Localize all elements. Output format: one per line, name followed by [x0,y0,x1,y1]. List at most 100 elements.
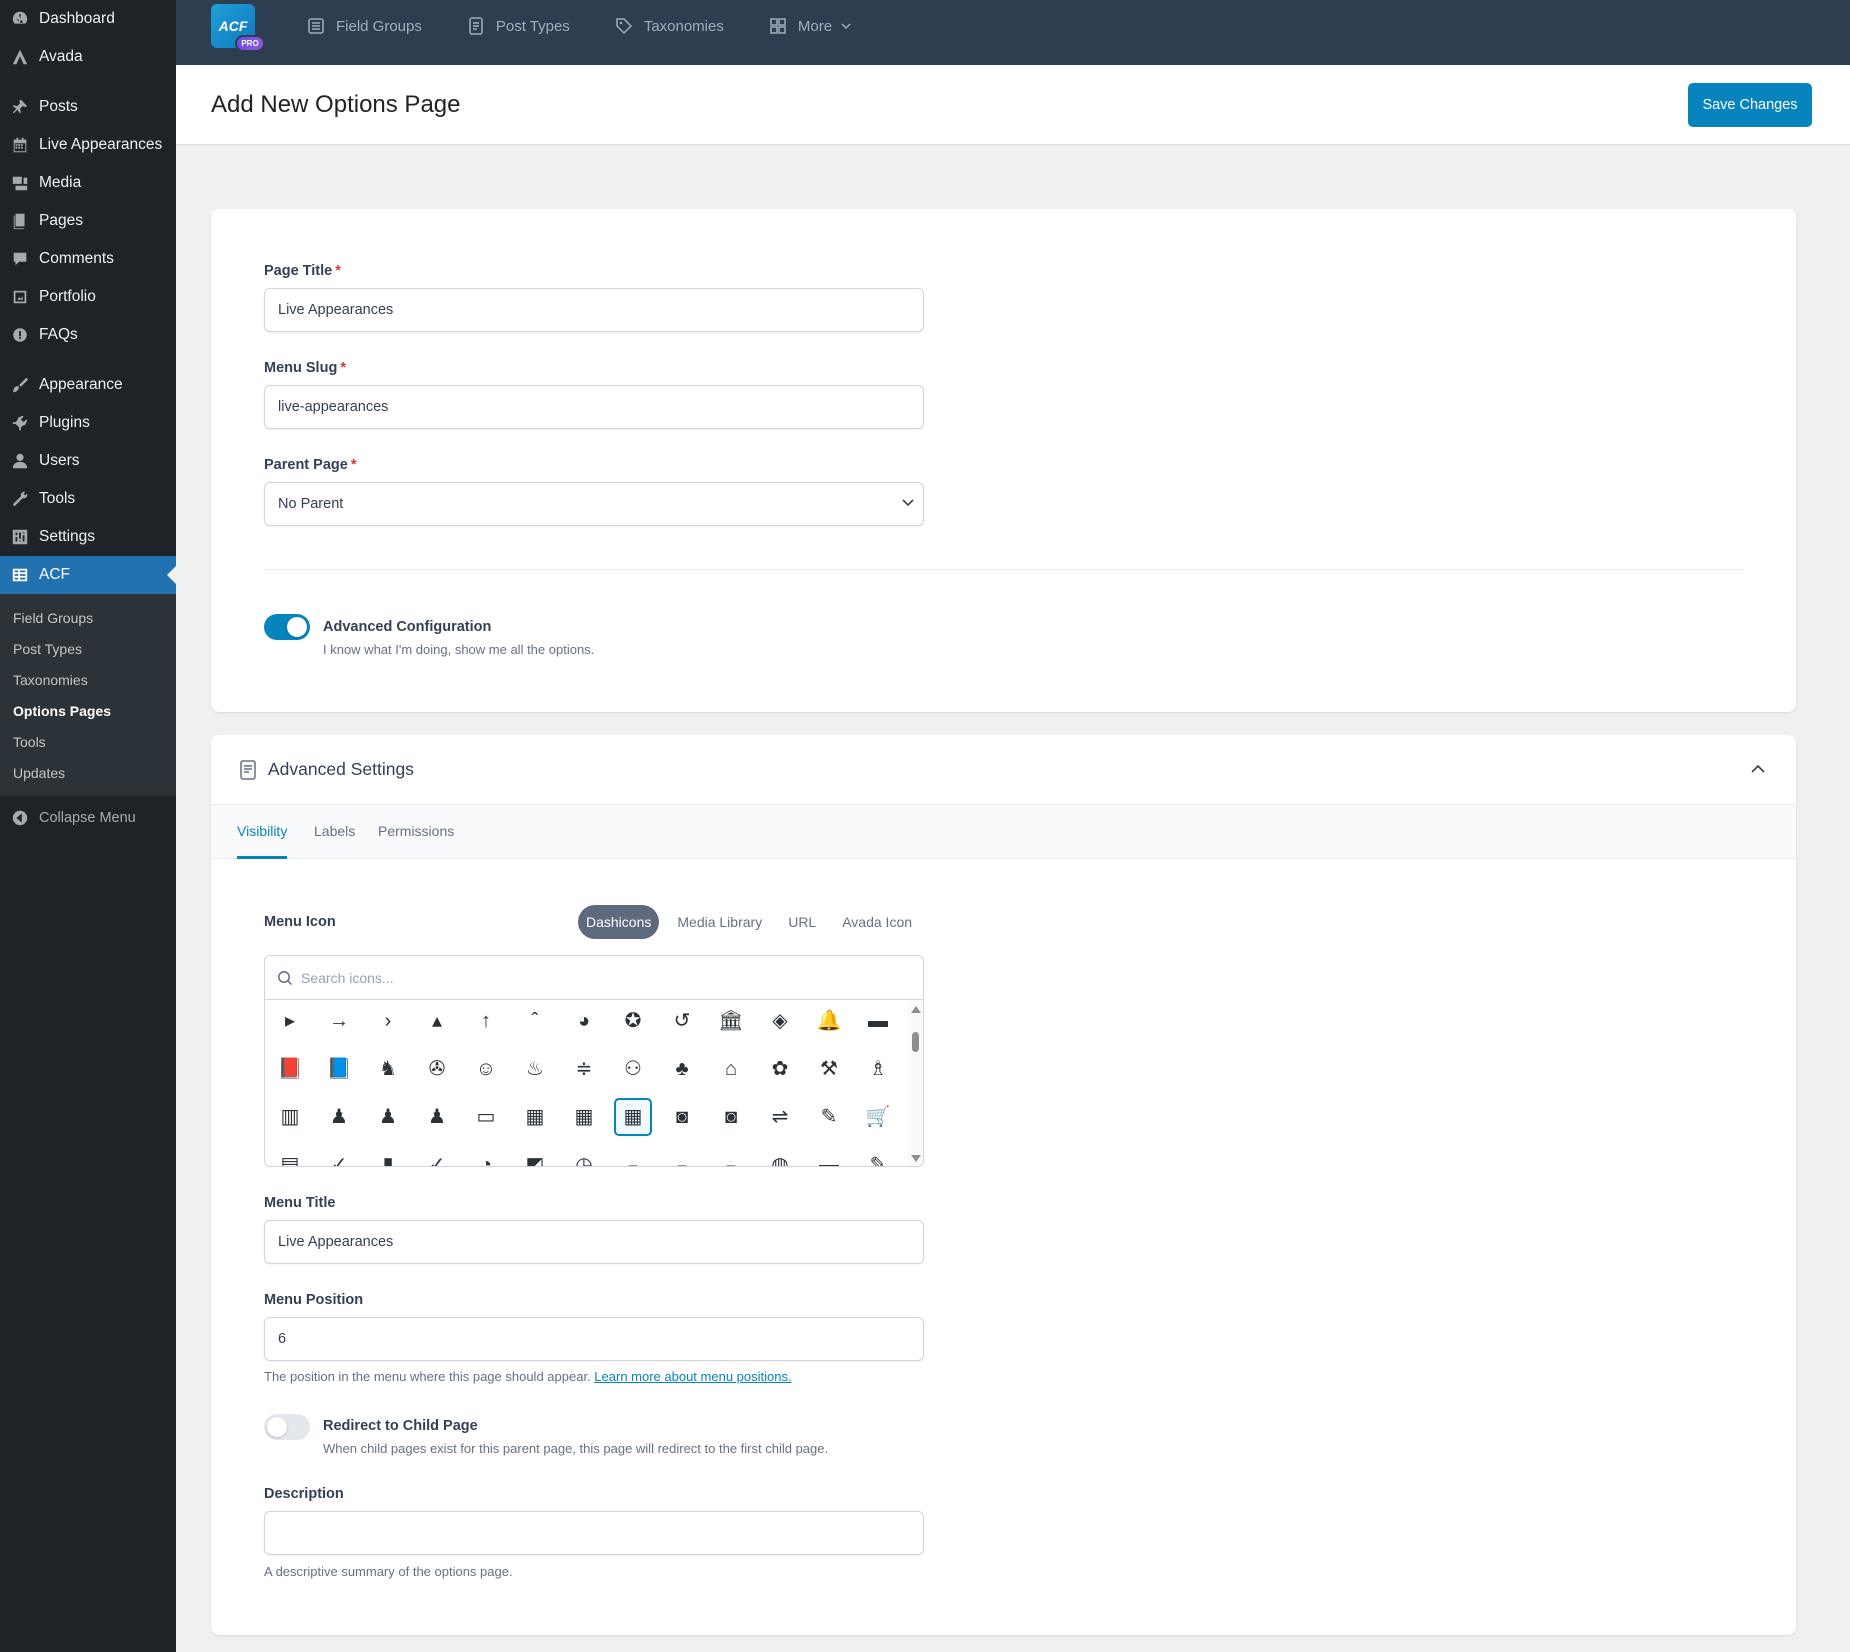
description-input[interactable] [264,1511,924,1555]
dashicon-option[interactable]: ✇ [418,1050,456,1088]
dashicon-option[interactable]: ◩ [516,1146,554,1166]
dashicon-option[interactable]: ◙ [712,1098,750,1136]
dashicon-option[interactable]: ↺ [663,1002,701,1040]
sidebar-item-media[interactable]: Media [0,164,176,202]
sidebar-item-comments[interactable]: Comments [0,240,176,278]
dashicon-option[interactable]: ▴ [418,1002,456,1040]
dashicon-option[interactable]: ▦ [516,1098,554,1136]
page-title-input[interactable]: Live Appearances [264,288,924,332]
dashicon-option[interactable]: ▬ [810,1146,848,1166]
chevron-up-icon[interactable] [1750,763,1766,775]
dashicon-option[interactable]: ▭ [467,1098,505,1136]
dashicon-option[interactable]: ▸ [271,1002,309,1040]
dashicon-option[interactable]: ✿ [761,1050,799,1088]
dashicon-option[interactable]: ✎ [810,1098,848,1136]
dashicon-option[interactable]: 🏛 [712,1002,750,1040]
sidebar-item-avada[interactable]: Avada [0,38,176,76]
submenu-options-pages[interactable]: Options Pages [0,695,176,726]
sidebar-item-appearance[interactable]: Appearance [0,366,176,404]
dashicon-option[interactable]: ✎ [859,1146,897,1166]
menu-position-input[interactable]: 6 [264,1317,924,1361]
tab-labels[interactable]: Labels [314,823,355,839]
menu-positions-link[interactable]: Learn more about menu positions. [594,1369,791,1384]
advanced-configuration-toggle[interactable] [264,614,310,640]
dashicon-option[interactable]: ≑ [565,1050,603,1088]
dashicon-option[interactable]: ▬ [859,1002,897,1040]
dashicon-option[interactable]: ✪ [614,1002,652,1040]
icon-tab-dashicons[interactable]: Dashicons [578,905,660,939]
redirect-child-toggle[interactable] [264,1414,310,1440]
top-nav-field-groups[interactable]: Field Groups [306,16,422,36]
dashicon-option[interactable]: 📘 [320,1050,358,1088]
top-nav-more[interactable]: More [768,16,852,36]
dashicon-option[interactable]: ✓ [418,1146,456,1166]
dashicon-option[interactable]: → [320,1002,358,1040]
sidebar-item-live-appearances[interactable]: Live Appearances [0,126,176,164]
dashicon-option[interactable]: ◈ [761,1002,799,1040]
icon-tab-media-library[interactable]: Media Library [669,905,770,939]
top-nav-taxonomies[interactable]: Taxonomies [614,16,724,36]
sidebar-item-settings[interactable]: Settings [0,518,176,556]
dashicon-option[interactable]: ♗ [859,1050,897,1088]
dashicon-option[interactable]: ▦ [614,1098,652,1136]
parent-page-select[interactable]: No Parent [264,482,924,526]
dashicon-option[interactable]: ◒ [712,1146,750,1166]
sidebar-item-posts[interactable]: Posts [0,88,176,126]
sidebar-label: Dashboard [39,10,115,27]
icon-grid-scrollbar[interactable] [908,1000,923,1166]
tab-permissions[interactable]: Permissions [378,823,454,839]
top-nav-post-types[interactable]: Post Types [466,16,570,36]
dashicon-option[interactable]: ▤ [271,1146,309,1166]
icon-tab-avada-icon[interactable]: Avada Icon [834,905,920,939]
sidebar-item-portfolio[interactable]: Portfolio [0,278,176,316]
sidebar-item-pages[interactable]: Pages [0,202,176,240]
dashicon-option[interactable]: ▦ [565,1098,603,1136]
dashicon-option[interactable]: ▮ [369,1146,407,1166]
submenu-tools[interactable]: Tools [0,726,176,757]
collapse-menu-button[interactable]: Collapse Menu [0,798,176,838]
sidebar-item-faqs[interactable]: FAQs [0,316,176,354]
dashicon-option[interactable]: ⌂ [712,1050,750,1088]
dashicon-option[interactable]: ♨ [516,1050,554,1088]
menu-title-input[interactable]: Live Appearances [264,1220,924,1264]
dashicon-option[interactable]: ↑ [467,1002,505,1040]
dashicon-option[interactable]: ◒ [614,1146,652,1166]
tab-visibility[interactable]: Visibility [237,823,287,839]
submenu-field-groups[interactable]: Field Groups [0,602,176,633]
dashicon-option[interactable]: 📕 [271,1050,309,1088]
dashicon-option[interactable]: ˆ [516,1002,554,1040]
dashicon-option[interactable]: ⇌ [761,1098,799,1136]
sidebar-item-tools[interactable]: Tools [0,480,176,518]
icon-tab-url[interactable]: URL [780,905,824,939]
submenu-updates[interactable]: Updates [0,757,176,788]
menu-slug-input[interactable]: live-appearances [264,385,924,429]
submenu-taxonomies[interactable]: Taxonomies [0,664,176,695]
dashicon-option[interactable]: ☺ [467,1050,505,1088]
submenu-post-types[interactable]: Post Types [0,633,176,664]
dashicon-option[interactable]: ◒ [663,1146,701,1166]
advanced-settings-header[interactable]: Advanced Settings [211,735,1796,805]
dashicon-option[interactable]: ◙ [663,1098,701,1136]
dashicon-option[interactable]: ◕ [565,1002,603,1040]
dashicon-option[interactable]: ◷ [565,1146,603,1166]
dashicon-option[interactable]: ♟ [320,1098,358,1136]
dashicon-option[interactable]: ✓ [320,1146,358,1166]
save-changes-button[interactable]: Save Changes [1688,83,1812,127]
dashicon-option[interactable]: ⚒ [810,1050,848,1088]
dashicon-option[interactable]: 🛒 [859,1098,897,1136]
dashicon-option[interactable]: ◔ [467,1146,505,1166]
dashicon-option[interactable]: ♞ [369,1050,407,1088]
dashicon-option[interactable]: ◍ [761,1146,799,1166]
sidebar-item-plugins[interactable]: Plugins [0,404,176,442]
dashicon-option[interactable]: ⚇ [614,1050,652,1088]
dashicon-option[interactable]: › [369,1002,407,1040]
dashicon-option[interactable]: ♟ [418,1098,456,1136]
sidebar-item-acf[interactable]: ACF [0,556,176,594]
dashicon-option[interactable]: ♟ [369,1098,407,1136]
dashicon-option[interactable]: ♣ [663,1050,701,1088]
sidebar-item-dashboard[interactable]: Dashboard [0,0,176,38]
dashicon-option[interactable]: ▥ [271,1098,309,1136]
icon-search-input[interactable]: Search icons... [265,956,923,1000]
dashicon-option[interactable]: 🔔 [810,1002,848,1040]
sidebar-item-users[interactable]: Users [0,442,176,480]
